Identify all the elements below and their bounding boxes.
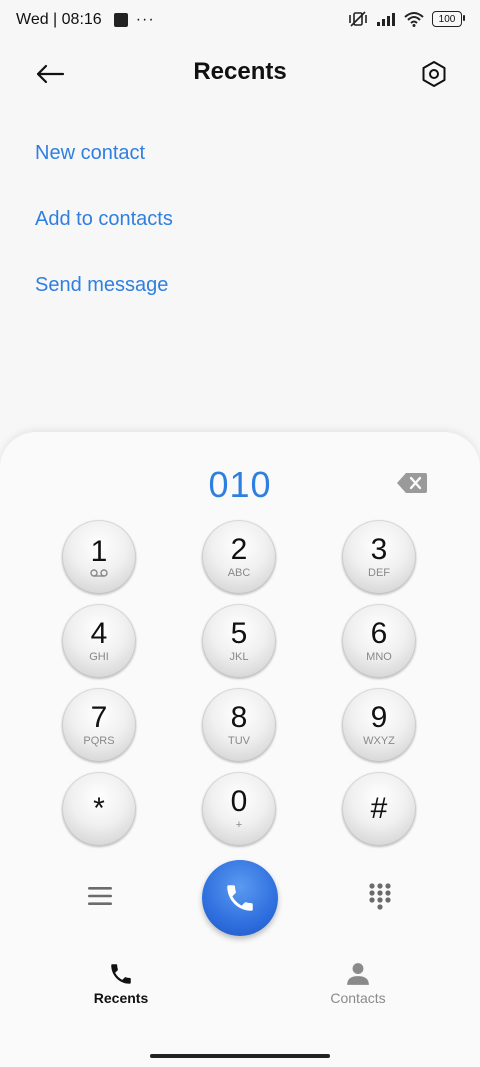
phone-icon: [111, 964, 131, 984]
menu-icon[interactable]: [86, 882, 114, 910]
app-bar: Recents: [0, 44, 480, 100]
key-letters: PQRS: [83, 735, 115, 747]
key-letters: ABC: [227, 567, 251, 579]
battery-icon: 100: [432, 11, 465, 27]
battery-level: 100: [438, 13, 456, 25]
bottom-tab-bar: Recents Contacts: [0, 960, 480, 1030]
key-letters: DEF: [368, 567, 390, 579]
add-to-contacts-link[interactable]: Add to contacts: [35, 202, 173, 268]
key-8[interactable]: 8 TUV: [202, 688, 276, 762]
app-notification-icon: [113, 13, 128, 27]
key-9[interactable]: 9 WXYZ: [342, 688, 416, 762]
page-title: Recents: [193, 58, 287, 85]
key-letters: GHI: [89, 651, 109, 663]
settings-hexagon-icon: [422, 61, 446, 87]
tab-label: Recents: [93, 990, 149, 1006]
key-digit: 8: [230, 701, 248, 734]
key-digit: 3: [370, 533, 388, 566]
key-digit: 1: [90, 535, 108, 568]
dialpad-icon[interactable]: [368, 882, 392, 912]
dialer-controls: [0, 860, 480, 940]
key-7[interactable]: 7 PQRS: [62, 688, 136, 762]
key-digit: #: [370, 792, 388, 825]
voicemail-icon: [90, 569, 108, 577]
signal-icon: [377, 13, 395, 26]
key-star[interactable]: *: [62, 772, 136, 846]
status-time: Wed | 08:16: [16, 11, 102, 28]
more-notifications-icon: ···: [135, 11, 155, 28]
key-digit: 5: [230, 617, 248, 650]
key-4[interactable]: 4 GHI: [62, 604, 136, 678]
key-digit: 7: [90, 701, 108, 734]
key-3[interactable]: 3 DEF: [342, 520, 416, 594]
key-2[interactable]: 2 ABC: [202, 520, 276, 594]
key-1[interactable]: 1: [62, 520, 136, 594]
key-5[interactable]: 5 JKL: [202, 604, 276, 678]
home-indicator[interactable]: [150, 1054, 330, 1058]
key-letters: WXYZ: [363, 735, 395, 747]
key-0[interactable]: 0 +: [202, 772, 276, 846]
key-letters: TUV: [228, 735, 250, 747]
key-digit: *: [93, 792, 105, 825]
key-digit: 6: [370, 617, 388, 650]
key-digit: 4: [90, 617, 108, 650]
status-bar: Wed | 08:16 ··· 100: [0, 0, 480, 44]
person-icon: [347, 963, 369, 985]
action-list: New contact Add to contacts Send message: [35, 136, 173, 334]
key-letters: MNO: [366, 651, 392, 663]
new-contact-link[interactable]: New contact: [35, 136, 173, 202]
vibrate-mute-icon: [349, 11, 367, 27]
key-letters: JKL: [229, 651, 249, 663]
key-digit: 2: [230, 533, 248, 566]
tab-contacts[interactable]: Contacts: [298, 960, 418, 1006]
key-digit: 9: [370, 701, 388, 734]
key-letters: +: [235, 819, 243, 831]
key-digit: 0: [230, 785, 248, 818]
tab-recents[interactable]: Recents: [61, 960, 181, 1006]
backspace-icon[interactable]: [396, 472, 428, 494]
send-message-link[interactable]: Send message: [35, 268, 173, 334]
key-6[interactable]: 6 MNO: [342, 604, 416, 678]
wifi-icon: [404, 12, 424, 27]
settings-button[interactable]: [414, 54, 454, 94]
key-hash[interactable]: #: [342, 772, 416, 846]
tab-label: Contacts: [330, 990, 386, 1006]
phone-icon: [227, 885, 253, 911]
call-button[interactable]: [202, 860, 278, 936]
